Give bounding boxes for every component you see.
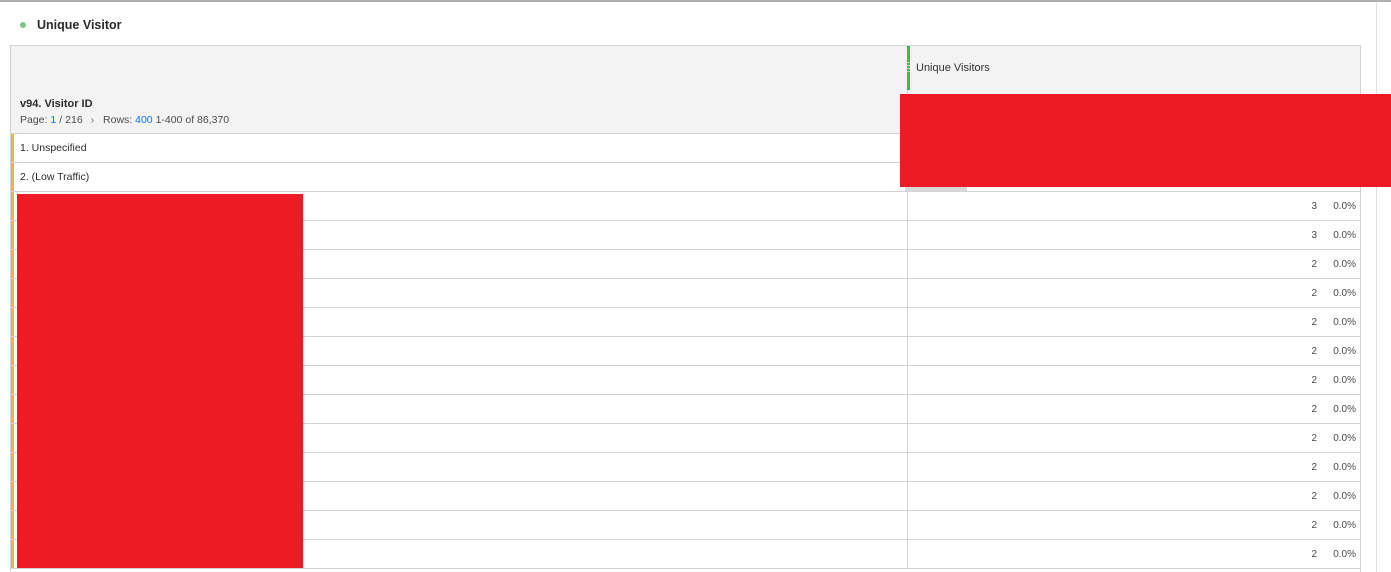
row-accent [11, 250, 14, 278]
row-accent [11, 308, 14, 336]
page-total: 216 [65, 114, 83, 126]
metric-cell: 2 0.0% [907, 395, 1360, 423]
row-range: 1-400 of 86,370 [155, 114, 230, 126]
metric-cell: 3 0.0% [907, 192, 1360, 220]
metric-percent: 0.0% [1333, 259, 1356, 270]
metric-value: 2 [1311, 433, 1317, 444]
page-current-input[interactable]: 1 [50, 114, 56, 126]
metric-percent: 0.0% [1333, 288, 1356, 299]
metric-value: 3 [1311, 201, 1317, 212]
panel-header[interactable]: Unique Visitor [20, 16, 122, 34]
row-accent [11, 482, 14, 510]
freeform-table-panel: Unique Visitor Unique Visitors v94. Visi… [0, 0, 1391, 572]
metric-percent: 0.0% [1333, 346, 1356, 357]
metric-percent: 0.0% [1333, 201, 1356, 212]
row-label[interactable]: 2. (Low Traffic) [20, 171, 89, 183]
metric-value: 2 [1311, 346, 1317, 357]
metric-cell: 3 0.0% [907, 221, 1360, 249]
rows-per-page-select[interactable]: 400 [135, 114, 153, 126]
metric-value: 2 [1311, 317, 1317, 328]
metric-value: 2 [1311, 491, 1317, 502]
page-label: Page: [20, 114, 48, 126]
metric-cell: 2 0.0% [907, 511, 1360, 539]
dimension-title[interactable]: v94. Visitor ID [20, 98, 93, 110]
row-accent [11, 511, 14, 539]
metric-percent: 0.0% [1333, 375, 1356, 386]
metric-cell: 2 0.0% [907, 308, 1360, 336]
metric-cell: 2 0.0% [907, 424, 1360, 452]
metric-percent: 0.0% [1333, 230, 1356, 241]
metric-value: 2 [1311, 462, 1317, 473]
row-accent [11, 134, 14, 162]
redaction-block [900, 94, 1391, 187]
metric-column-header[interactable]: Unique Visitors [907, 46, 1360, 90]
row-accent [11, 395, 14, 423]
metric-value: 2 [1311, 375, 1317, 386]
metric-value: 2 [1311, 549, 1317, 560]
pagination: Page: 1/216 › Rows: 400 1-400 of 86,370 [20, 114, 230, 126]
metric-value: 2 [1311, 288, 1317, 299]
row-accent [11, 163, 14, 191]
metric-bar [905, 187, 967, 191]
metric-percent: 0.0% [1333, 404, 1356, 415]
rows-label: Rows: [103, 114, 133, 126]
redaction-block [17, 194, 303, 568]
row-accent [11, 424, 14, 452]
metric-percent: 0.0% [1333, 317, 1356, 328]
row-accent [11, 221, 14, 249]
metric-cell: 2 0.0% [907, 453, 1360, 481]
row-accent [11, 279, 14, 307]
metric-cell: 2 0.0% [907, 250, 1360, 278]
metric-percent: 0.0% [1333, 549, 1356, 560]
metric-value: 2 [1311, 259, 1317, 270]
metric-cell: 2 0.0% [907, 337, 1360, 365]
row-label[interactable]: 1. Unspecified [20, 142, 87, 154]
row-accent [11, 366, 14, 394]
row-accent [11, 337, 14, 365]
row-accent [11, 453, 14, 481]
metric-value: 2 [1311, 520, 1317, 531]
next-page-chevron-icon[interactable]: › [91, 114, 95, 126]
metric-value: 2 [1311, 404, 1317, 415]
metric-cell: 2 0.0% [907, 366, 1360, 394]
column-drag-handle-icon[interactable] [907, 46, 910, 90]
metric-cell: 2 0.0% [907, 540, 1360, 568]
metric-cell: 2 0.0% [907, 279, 1360, 307]
metric-percent: 0.0% [1333, 491, 1356, 502]
metric-percent: 0.0% [1333, 433, 1356, 444]
metric-value: 3 [1311, 230, 1317, 241]
panel-right-rail [1376, 2, 1377, 572]
status-dot-icon [20, 22, 26, 28]
row-accent [11, 540, 14, 568]
row-accent [11, 192, 14, 220]
panel-title: Unique Visitor [37, 18, 122, 32]
metric-percent: 0.0% [1333, 462, 1356, 473]
metric-header-label[interactable]: Unique Visitors [916, 62, 990, 74]
table-header-row: Unique Visitors [11, 46, 1360, 91]
metric-percent: 0.0% [1333, 520, 1356, 531]
metric-cell: 2 0.0% [907, 482, 1360, 510]
